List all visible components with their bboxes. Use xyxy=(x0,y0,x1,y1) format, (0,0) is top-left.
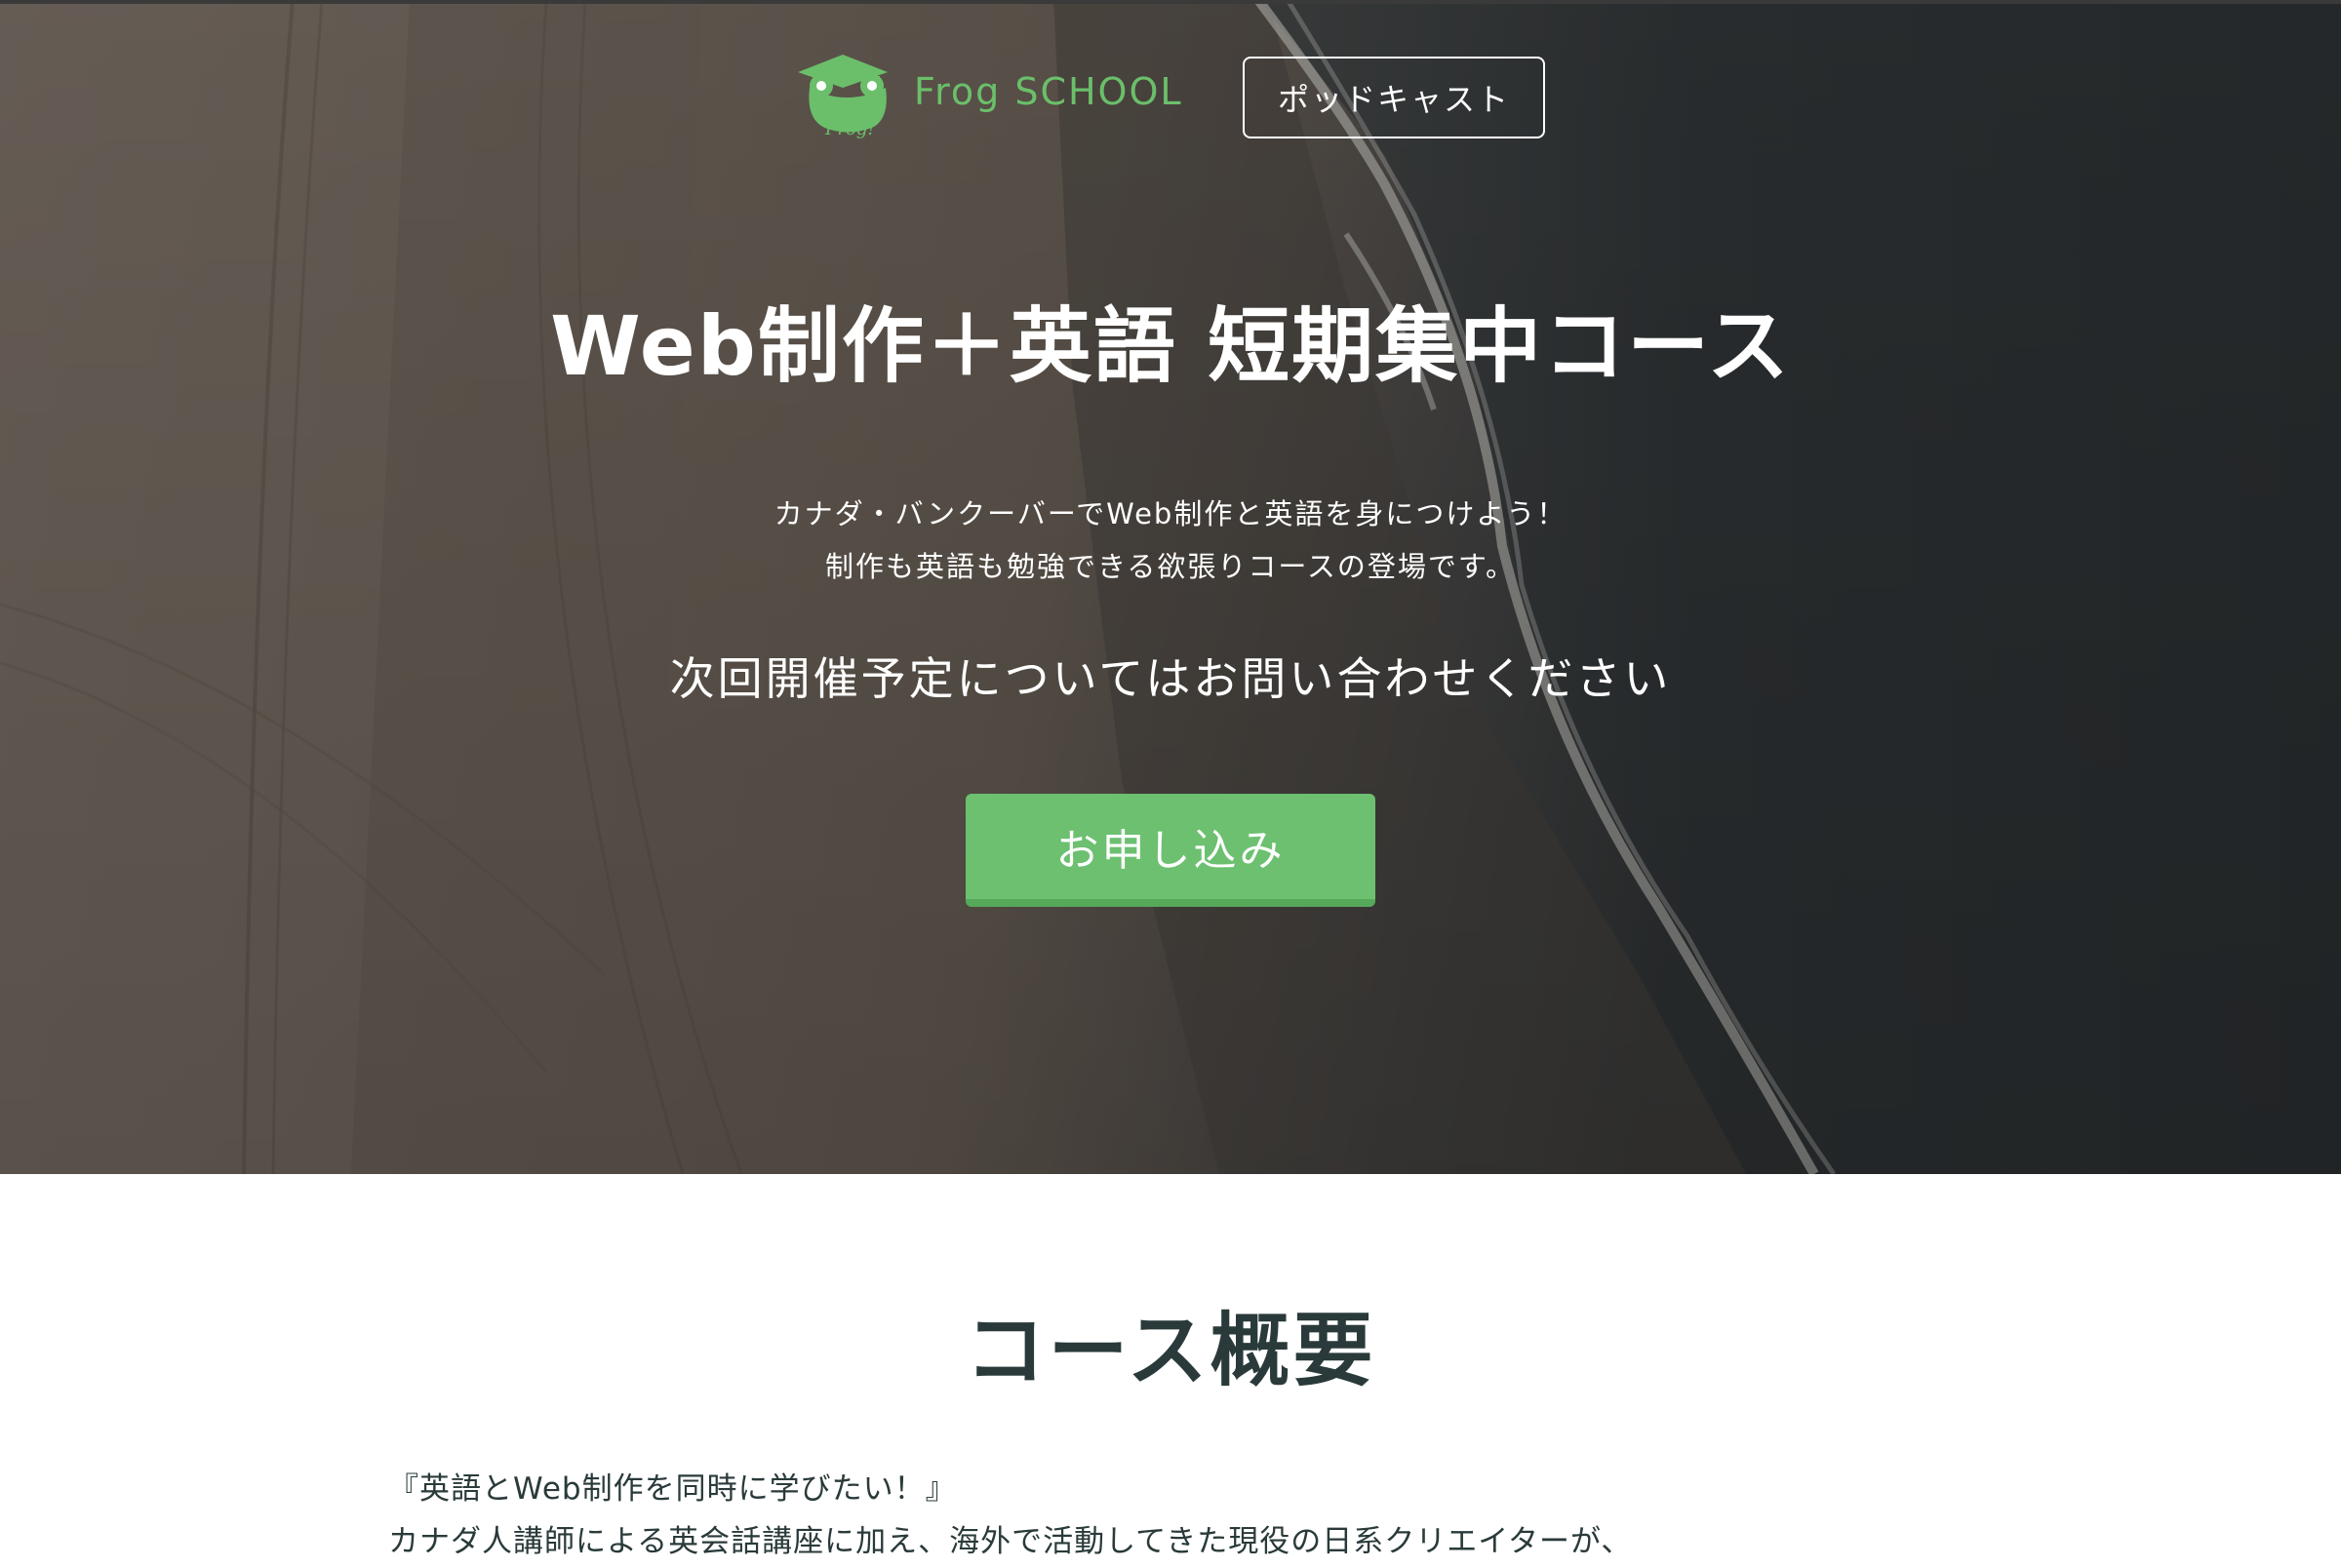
overview-line: カナダ人講師による英会話講座に加え、海外で活動してきた現役の日系クリエイターが、 xyxy=(388,1524,1633,1559)
course-overview-heading: コース概要 xyxy=(965,1305,1376,1397)
course-overview-text: 『英語とWeb制作を同時に学びたい！』 カナダ人講師による英会話講座に加え、海外… xyxy=(388,1463,1949,1568)
hero-section: Frog! Frog SCHOOL ポッドキャスト Web制作＋英語 短期集中コ… xyxy=(0,0,2341,1174)
hero-description-line: 制作も英語も勉強できる欲張りコースの登場です。 xyxy=(824,550,1517,583)
apply-button[interactable]: お申し込み xyxy=(966,794,1375,907)
logo-mark-text: Frog! xyxy=(824,119,875,139)
logo-text: Frog SCHOOL xyxy=(914,70,1183,113)
frog-school-logo[interactable]: Frog! Frog SCHOOL xyxy=(792,41,1182,148)
frog-logo-icon: Frog! xyxy=(798,55,888,139)
next-session-notice: 次回開催予定についてはお問い合わせください xyxy=(669,652,1672,705)
hero-description-line: カナダ・バンクーバーでWeb制作と英語を身につけよう！ xyxy=(774,497,1567,530)
hero-title: Web制作＋英語 短期集中コース xyxy=(550,298,1791,394)
overview-line: 『英語とWeb制作を同時に学びたい！』 xyxy=(388,1471,957,1507)
top-border xyxy=(0,0,2341,4)
podcast-button[interactable]: ポッドキャスト xyxy=(1243,57,1545,138)
hero-description: カナダ・バンクーバーでWeb制作と英語を身につけよう！ 制作も英語も勉強できる欲… xyxy=(0,488,2341,593)
